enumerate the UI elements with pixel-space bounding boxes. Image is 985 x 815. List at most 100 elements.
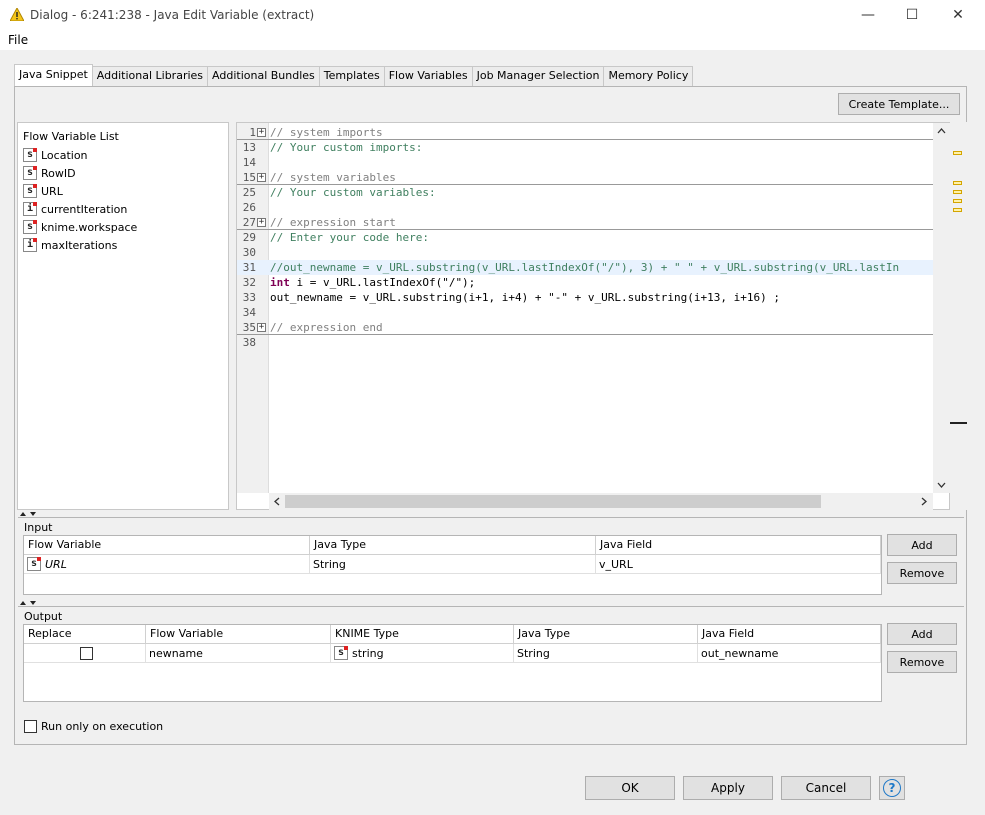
column-header[interactable]: Java Type xyxy=(514,625,698,644)
replace-checkbox[interactable] xyxy=(79,646,93,660)
scroll-right-icon[interactable] xyxy=(921,497,927,506)
string-type-icon: s xyxy=(23,166,37,180)
tab-templates[interactable]: Templates xyxy=(318,66,385,86)
flow-variable-item[interactable]: s URL xyxy=(23,183,63,199)
column-header[interactable]: KNIME Type xyxy=(331,625,514,644)
scroll-left-icon[interactable] xyxy=(274,497,280,506)
output-table: Replace Flow Variable KNIME Type Java Ty… xyxy=(23,624,882,702)
warning-marker[interactable] xyxy=(953,190,962,194)
code-line[interactable]: 15 + // system variables xyxy=(237,170,933,185)
menu-bar: File xyxy=(0,30,985,50)
string-type-icon: s xyxy=(23,148,37,162)
tab-flow-variables[interactable]: Flow Variables xyxy=(383,66,473,86)
code-rest: i = v_URL.lastIndexOf("/"); xyxy=(289,276,476,289)
vertical-scrollbar[interactable] xyxy=(933,123,950,493)
run-only-on-execution-checkbox[interactable] xyxy=(24,720,37,733)
code-line[interactable]: 35 + // expression end xyxy=(237,320,933,335)
code-line[interactable]: 29 // Enter your code here: xyxy=(237,230,933,245)
warning-marker[interactable] xyxy=(953,199,962,203)
column-header[interactable]: Java Field xyxy=(596,536,881,555)
flow-variable-name: Location xyxy=(41,148,88,162)
column-header[interactable]: Replace xyxy=(24,625,146,644)
warning-marker[interactable] xyxy=(953,208,962,212)
apply-button[interactable]: Apply xyxy=(683,776,773,800)
flow-variable-item[interactable]: i currentIteration xyxy=(23,201,127,217)
maximize-button[interactable]: ☐ xyxy=(889,0,935,30)
code-line[interactable]: 30 xyxy=(237,245,933,260)
code-line[interactable]: 13 // Your custom imports: xyxy=(237,140,933,155)
code-text: // expression start xyxy=(270,216,396,229)
fold-expand-icon[interactable]: + xyxy=(257,218,266,227)
horizontal-scrollbar[interactable] xyxy=(269,493,933,510)
code-line[interactable]: 27 + // expression start xyxy=(237,215,933,230)
code-line[interactable]: 26 xyxy=(237,200,933,215)
tab-additional-bundles[interactable]: Additional Bundles xyxy=(207,66,320,86)
line-number: 38 xyxy=(242,336,256,349)
help-button[interactable]: ? xyxy=(879,776,905,800)
line-number: 33 xyxy=(242,291,256,304)
code-text: out_newname = v_URL.substring(i+1, i+4) … xyxy=(270,291,780,304)
output-section-label: Output xyxy=(24,610,63,623)
code-line[interactable]: 33 out_newname = v_URL.substring(i+1, i+4… xyxy=(237,290,933,305)
code-line[interactable]: 31 //out_newname = v_URL.substring(v_URL.… xyxy=(237,260,933,275)
table-cell-java-field[interactable]: v_URL xyxy=(596,555,881,574)
scroll-down-icon[interactable] xyxy=(937,482,946,488)
fold-expand-icon[interactable]: + xyxy=(257,128,266,137)
table-cell-java-type[interactable]: String xyxy=(514,644,698,663)
tab-job-manager-selection[interactable]: Job Manager Selection xyxy=(471,66,605,86)
cancel-button[interactable]: Cancel xyxy=(781,776,871,800)
column-header[interactable]: Java Field xyxy=(698,625,881,644)
code-line[interactable]: 14 xyxy=(237,155,933,170)
table-cell-flow-variable[interactable]: newname xyxy=(146,644,331,663)
table-cell-java-type[interactable]: String xyxy=(310,555,596,574)
title-bar: Dialog - 6:241:238 - Java Edit Variable … xyxy=(0,0,985,30)
tab-memory-policy[interactable]: Memory Policy xyxy=(603,66,694,86)
table-cell-flow-variable[interactable]: s URL xyxy=(24,555,310,574)
cell-value: URL xyxy=(45,557,67,571)
close-button[interactable]: ✕ xyxy=(935,0,981,30)
minimize-button[interactable]: — xyxy=(845,0,891,30)
line-number: 26 xyxy=(242,201,256,214)
fold-expand-icon[interactable]: + xyxy=(257,323,266,332)
code-line[interactable]: 34 xyxy=(237,305,933,320)
run-only-on-execution-label: Run only on execution xyxy=(41,720,164,733)
menu-file[interactable]: File xyxy=(8,33,28,47)
horizontal-scroll-thumb[interactable] xyxy=(285,495,821,508)
table-cell-java-field[interactable]: out_newname xyxy=(698,644,881,663)
code-line[interactable]: 32 int i = v_URL.lastIndexOf("/"); xyxy=(237,275,933,290)
run-only-on-execution[interactable]: Run only on execution xyxy=(24,720,163,733)
code-line[interactable]: 25 // Your custom variables: xyxy=(237,185,933,200)
flow-variable-name: currentIteration xyxy=(41,202,128,216)
code-keyword: int xyxy=(270,276,290,289)
table-cell-knime-type[interactable]: s string xyxy=(331,644,514,663)
column-header[interactable]: Java Type xyxy=(310,536,596,555)
flow-variable-name: maxIterations xyxy=(41,238,118,252)
line-number: 14 xyxy=(242,156,256,169)
ok-button[interactable]: OK xyxy=(585,776,675,800)
input-add-button[interactable]: Add xyxy=(887,534,957,556)
column-header[interactable]: Flow Variable xyxy=(146,625,331,644)
integer-type-icon: i xyxy=(23,202,37,216)
create-template-button[interactable]: Create Template... xyxy=(838,93,960,115)
line-number: 29 xyxy=(242,231,256,244)
code-line[interactable]: 38 xyxy=(237,335,933,350)
table-cell-replace xyxy=(24,644,146,663)
line-number: 15 xyxy=(242,171,256,184)
input-remove-button[interactable]: Remove xyxy=(887,562,957,584)
flow-variable-item[interactable]: s RowID xyxy=(23,165,76,181)
fold-expand-icon[interactable]: + xyxy=(257,173,266,182)
code-line[interactable]: 1 + // system imports xyxy=(237,125,933,140)
column-header[interactable]: Flow Variable xyxy=(24,536,310,555)
tab-additional-libraries[interactable]: Additional Libraries xyxy=(91,66,209,86)
input-section-label: Input xyxy=(24,521,53,534)
warning-marker[interactable] xyxy=(953,151,962,155)
flow-variable-item[interactable]: s knime.workspace xyxy=(23,219,137,235)
flow-variable-item[interactable]: s Location xyxy=(23,147,88,163)
output-add-button[interactable]: Add xyxy=(887,623,957,645)
warning-marker[interactable] xyxy=(953,181,962,185)
scroll-up-icon[interactable] xyxy=(937,128,946,134)
flow-variable-item[interactable]: i maxIterations xyxy=(23,237,117,253)
code-editor[interactable]: 1 +// system imports 13// Your custom impo… xyxy=(236,122,950,510)
tab-java-snippet[interactable]: Java Snippet xyxy=(14,64,93,86)
output-remove-button[interactable]: Remove xyxy=(887,651,957,673)
